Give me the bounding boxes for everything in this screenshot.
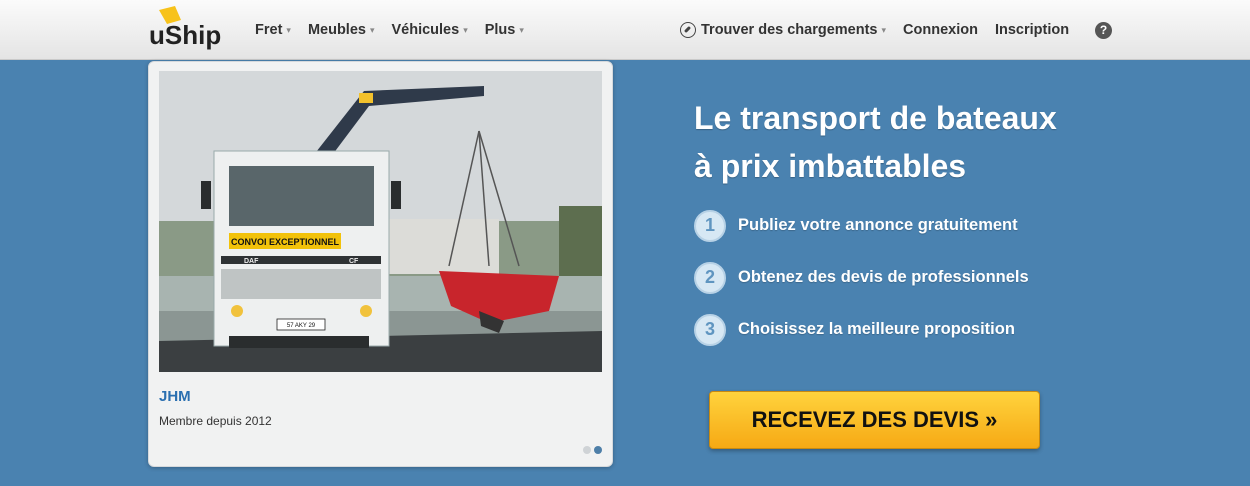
chevron-down-icon: ▾ (463, 24, 468, 35)
photo-model-text: CF (349, 258, 359, 265)
step-text: Publiez votre annonce gratuitement (738, 216, 1018, 234)
photo-sign-text: CONVOI EXCEPTIONNEL (231, 237, 340, 247)
uship-logo[interactable]: uShip (145, 6, 233, 54)
nav-meubles[interactable]: Meubles ▾ (308, 22, 375, 38)
carousel-dot-2-active[interactable] (594, 446, 602, 454)
step-number-badge: 3 (694, 313, 726, 346)
member-since: Membre depuis 2012 (159, 414, 272, 428)
logo-text: uShip (149, 20, 221, 50)
step-number-badge: 2 (694, 261, 726, 294)
nav-plus-label: Plus (484, 22, 516, 38)
chevron-down-icon: ▾ (519, 24, 524, 35)
top-navigation-bar: uShip Fret ▾ Meubles ▾ Véhicules ▾ Plus … (0, 0, 1250, 60)
nav-find-loads[interactable]: Trouver des chargements ▾ (680, 22, 886, 38)
member-name[interactable]: JHM (159, 388, 191, 405)
chevron-down-icon: ▾ (881, 24, 887, 35)
step-text: Obtenez des devis de professionnels (738, 268, 1029, 286)
nav-meubles-label: Meubles (307, 22, 366, 38)
hero-headline: Le transport de bateaux à prix imbattabl… (694, 94, 1214, 190)
step-number-badge: 1 (694, 209, 726, 242)
step-text: Choisissez la meilleure proposition (738, 320, 1015, 338)
testimonial-photo[interactable]: CONVOI EXCEPTIONNEL DAF CF 57 AKY 29 (159, 71, 602, 372)
account-nav: Trouver des chargements ▾ Connexion Insc… (680, 0, 1113, 60)
nav-find-loads-label: Trouver des chargements (701, 22, 878, 38)
testimonial-card: CONVOI EXCEPTIONNEL DAF CF 57 AKY 29 JHM… (148, 61, 613, 467)
headline-line-1: Le transport de bateaux (694, 100, 1057, 136)
step-item: 1 Publiez votre annonce gratuitement (694, 209, 1029, 242)
carousel-dot-1[interactable] (583, 446, 591, 454)
nav-plus[interactable]: Plus ▾ (485, 22, 524, 38)
compass-icon (680, 22, 696, 38)
step-item: 2 Obtenez des devis de professionnels (694, 261, 1029, 294)
chevron-down-icon: ▾ (286, 24, 291, 35)
nav-fret[interactable]: Fret ▾ (255, 22, 291, 38)
main-nav: Fret ▾ Meubles ▾ Véhicules ▾ Plus ▾ (255, 0, 541, 60)
help-icon[interactable]: ? (1095, 21, 1113, 39)
nav-vehicules-label: Véhicules (391, 22, 460, 38)
steps-list: 1 Publiez votre annonce gratuitement 2 O… (694, 209, 1029, 365)
photo-brand-text: DAF (244, 258, 259, 265)
nav-vehicules[interactable]: Véhicules ▾ (391, 22, 467, 38)
carousel-dots (580, 446, 602, 454)
step-item: 3 Choisissez la meilleure proposition (694, 313, 1029, 346)
photo-plate-text: 57 AKY 29 (287, 323, 316, 329)
login-link[interactable]: Connexion (903, 22, 978, 38)
nav-fret-label: Fret (255, 22, 283, 38)
get-quotes-button[interactable]: RECEVEZ DES DEVIS » (709, 391, 1040, 449)
signup-link[interactable]: Inscription (995, 22, 1069, 38)
chevron-down-icon: ▾ (369, 24, 375, 35)
headline-line-2: à prix imbattables (694, 148, 967, 184)
